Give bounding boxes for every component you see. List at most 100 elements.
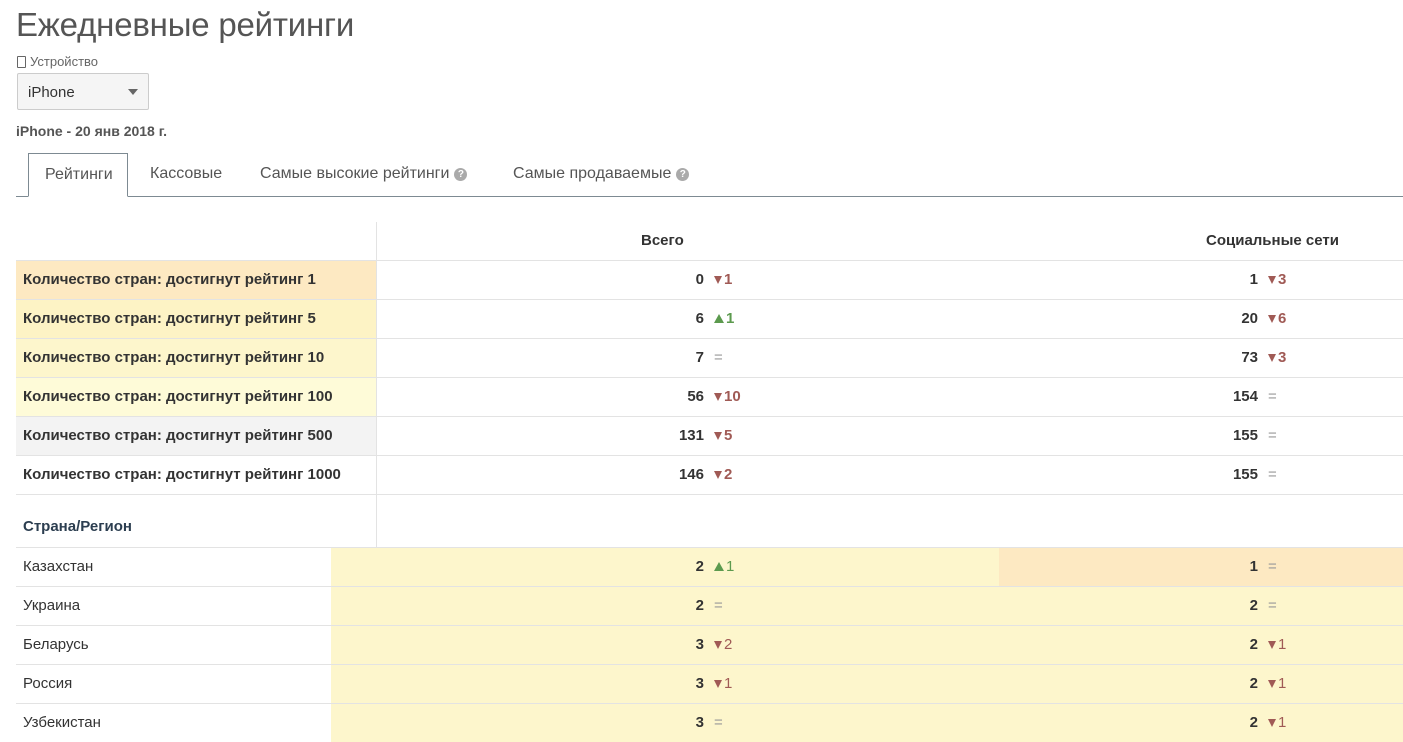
- region-header: Страна/Регион: [23, 518, 132, 535]
- rank-value: 155: [1232, 427, 1258, 444]
- device-label-text: Устройство: [30, 54, 99, 69]
- tab-top-selling[interactable]: Самые продаваемые?: [513, 153, 690, 196]
- country-row[interactable]: Украина 2 = 2 =: [16, 586, 1403, 625]
- rank-value: 20: [1241, 310, 1258, 327]
- device-select[interactable]: iPhone: [17, 73, 149, 110]
- rank-change: 3: [1268, 349, 1286, 366]
- summary-row-label: Количество стран: достигнут рейтинг 1000: [16, 456, 376, 494]
- equal-icon: =: [714, 714, 723, 731]
- arrow-down-icon: [714, 276, 722, 284]
- rank-change: 1: [714, 310, 734, 327]
- rank-change: 10: [714, 388, 741, 405]
- summary-row: Количество стран: достигнут рейтинг 1000…: [16, 455, 1403, 494]
- country-name[interactable]: Украина: [23, 597, 80, 614]
- rank-value: 6: [695, 310, 704, 327]
- rank-value: 2: [1249, 636, 1258, 653]
- total-cell: [331, 665, 999, 703]
- rank-change: 1: [1268, 636, 1286, 653]
- equal-icon: =: [714, 349, 723, 366]
- rank-value: 1: [1249, 271, 1258, 288]
- report-subtitle: iPhone - 20 янв 2018 г.: [16, 123, 168, 139]
- rank-value: 2: [695, 597, 704, 614]
- equal-icon: =: [1268, 427, 1277, 444]
- summary-row-label: Количество стран: достигнут рейтинг 500: [16, 417, 376, 455]
- rank-change: 6: [1268, 310, 1286, 327]
- column-divider: [376, 339, 377, 377]
- country-row[interactable]: Беларусь 3 2 2 1: [16, 625, 1403, 664]
- total-cell: [331, 704, 999, 742]
- social-cell: [999, 626, 1403, 664]
- rank-change-value: 1: [726, 558, 735, 575]
- summary-row: Количество стран: достигнут рейтинг 500 1…: [16, 416, 1403, 455]
- rank-value: 2: [695, 558, 704, 575]
- rank-value: 155: [1232, 466, 1258, 483]
- rank-value: 1: [1249, 558, 1258, 575]
- arrow-down-icon: [714, 641, 722, 649]
- column-header-social: Социальные сети: [1206, 232, 1339, 249]
- tab-grossing-label: Кассовые: [150, 165, 223, 182]
- country-row[interactable]: Россия 3 1 2 1: [16, 664, 1403, 703]
- arrow-down-icon: [1268, 315, 1276, 323]
- country-name[interactable]: Узбекистан: [23, 714, 101, 731]
- summary-row-label: Количество стран: достигнут рейтинг 5: [16, 300, 376, 338]
- arrow-down-icon: [1268, 276, 1276, 284]
- country-name[interactable]: Беларусь: [23, 636, 89, 653]
- rank-value: 3: [695, 714, 704, 731]
- rank-change-value: 6: [1278, 310, 1287, 327]
- rank-value: 73: [1241, 349, 1258, 366]
- column-divider: [376, 222, 377, 260]
- equal-icon: =: [1268, 597, 1277, 614]
- arrow-down-icon: [714, 432, 722, 440]
- rank-value: 56: [687, 388, 704, 405]
- country-row[interactable]: Казахстан 2 1 1 =: [16, 547, 1403, 586]
- rank-value: 2: [1249, 714, 1258, 731]
- tab-top-rated[interactable]: Самые высокие рейтинги?: [260, 153, 468, 196]
- column-divider: [376, 495, 377, 547]
- country-name[interactable]: Казахстан: [23, 558, 93, 575]
- rank-change-value: 10: [724, 388, 741, 405]
- tab-bar: Рейтинги Кассовые Самые высокие рейтинги…: [16, 153, 1403, 197]
- rank-value: 3: [695, 675, 704, 692]
- column-header-total: Всего: [641, 232, 684, 249]
- rank-change-value: 1: [724, 675, 733, 692]
- arrow-down-icon: [1268, 719, 1276, 727]
- rank-change-value: 1: [724, 271, 733, 288]
- arrow-down-icon: [1268, 354, 1276, 362]
- arrow-down-icon: [714, 471, 722, 479]
- rank-change-value: 2: [724, 466, 733, 483]
- page-title: Ежедневные рейтинги: [16, 6, 355, 43]
- question-circle-icon[interactable]: ?: [454, 168, 468, 181]
- country-row[interactable]: Узбекистан 3 = 2 1: [16, 703, 1403, 742]
- arrow-up-icon: [714, 314, 724, 323]
- phone-icon: [17, 55, 26, 68]
- rank-change-value: 3: [1278, 349, 1287, 366]
- rank-value: 2: [1249, 597, 1258, 614]
- rank-value: 3: [695, 636, 704, 653]
- rank-change-value: 3: [1278, 271, 1287, 288]
- device-select-value: iPhone: [28, 84, 75, 101]
- rank-change: 2: [714, 636, 732, 653]
- total-cell: [331, 626, 999, 664]
- rank-change: 1: [1268, 714, 1286, 731]
- rank-change-value: 5: [724, 427, 733, 444]
- rank-change: 1: [714, 558, 734, 575]
- total-cell: [331, 548, 999, 586]
- tab-ratings[interactable]: Рейтинги: [28, 153, 128, 197]
- rank-change: 1: [714, 271, 732, 288]
- rank-change-value: 2: [724, 636, 733, 653]
- rank-value: 154: [1232, 388, 1258, 405]
- rank-value: 146: [678, 466, 704, 483]
- chevron-down-icon: [128, 89, 138, 95]
- country-name[interactable]: Россия: [23, 675, 72, 692]
- equal-icon: =: [1268, 388, 1277, 405]
- rank-change: 1: [1268, 675, 1286, 692]
- question-circle-icon[interactable]: ?: [676, 168, 690, 181]
- tab-grossing[interactable]: Кассовые: [150, 153, 222, 196]
- arrow-down-icon: [1268, 680, 1276, 688]
- equal-icon: =: [1268, 558, 1277, 575]
- column-divider: [376, 378, 377, 416]
- rank-change-value: 1: [1278, 714, 1287, 731]
- rank-value: 7: [695, 349, 704, 366]
- equal-icon: =: [1268, 466, 1277, 483]
- equal-icon: =: [714, 597, 723, 614]
